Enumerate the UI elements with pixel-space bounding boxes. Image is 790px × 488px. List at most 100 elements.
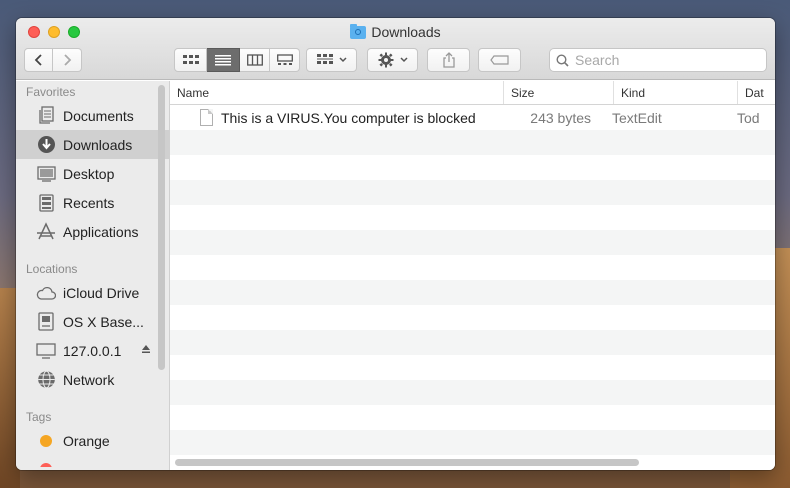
titlebar: Downloads [16, 18, 775, 80]
empty-row [170, 230, 775, 255]
network-icon [36, 370, 56, 390]
empty-row [170, 155, 775, 180]
empty-row [170, 330, 775, 355]
action-menu-button[interactable] [367, 48, 418, 72]
eject-icon[interactable] [141, 344, 151, 357]
column-view-icon [246, 54, 263, 66]
sidebar-item-network[interactable]: Network [16, 365, 169, 394]
disk-icon [36, 312, 56, 332]
toolbar [16, 48, 775, 74]
horizontal-scrollbar[interactable] [175, 459, 639, 466]
folder-icon [350, 23, 367, 39]
empty-row [170, 255, 775, 280]
sidebar-item-downloads[interactable]: Downloads [16, 130, 169, 159]
sidebar-section-favorites: Favorites [26, 85, 76, 99]
empty-row [170, 355, 775, 380]
window-content: Favorites Documents Downloads Desktop Re… [16, 81, 775, 470]
group-icon [316, 54, 333, 64]
chevron-down-icon [338, 57, 347, 63]
sidebar-item-label: Recents [63, 194, 115, 211]
tags-button[interactable] [478, 48, 521, 72]
text-document-icon [200, 109, 213, 126]
tag-icon [489, 55, 509, 65]
group-by-button[interactable] [306, 48, 357, 72]
empty-row [170, 180, 775, 205]
search-field[interactable] [549, 48, 767, 72]
share-icon [442, 52, 455, 68]
downloads-icon [36, 135, 56, 155]
red-tag-dot-icon [36, 455, 56, 467]
sidebar-item-tag-partial[interactable] [16, 455, 169, 467]
file-kind: TextEdit [612, 109, 662, 126]
empty-row [170, 280, 775, 305]
gallery-view-button[interactable] [270, 48, 300, 72]
column-header-name[interactable]: Name [170, 81, 504, 104]
column-view-button[interactable] [240, 48, 270, 72]
sidebar-item-label: Documents [63, 107, 134, 124]
documents-icon [36, 106, 56, 126]
finder-window: Downloads Search Favorites Documents Dow… [16, 18, 775, 470]
back-button[interactable] [24, 48, 53, 72]
column-header-date[interactable]: Dat [738, 81, 775, 104]
sidebar-item-label: Applications [63, 223, 139, 240]
file-date: Tod [737, 109, 760, 126]
chevron-right-icon [64, 54, 72, 66]
file-list: Name Size Kind Dat This is a VIRUS.You c… [170, 81, 775, 470]
orange-tag-dot-icon [36, 431, 56, 451]
table-row[interactable]: This is a VIRUS.You computer is blocked … [170, 105, 775, 130]
empty-row [170, 305, 775, 330]
list-view-button[interactable] [207, 48, 240, 72]
sidebar: Favorites Documents Downloads Desktop Re… [16, 81, 170, 470]
cloud-icon [36, 283, 56, 303]
view-mode-buttons [174, 48, 300, 72]
sidebar-item-localhost[interactable]: 127.0.0.1 [16, 336, 169, 365]
sidebar-item-label: Desktop [63, 165, 115, 182]
forward-button[interactable] [53, 48, 82, 72]
share-button[interactable] [427, 48, 470, 72]
sidebar-item-label: Downloads [63, 136, 133, 153]
chevron-left-icon [34, 54, 42, 66]
file-size: 243 bytes [530, 109, 591, 126]
window-title: Downloads [16, 23, 775, 40]
empty-row [170, 205, 775, 230]
sidebar-item-label: Network [63, 371, 115, 388]
list-view-icon [215, 55, 231, 66]
sidebar-item-label: 127.0.0.1 [63, 342, 122, 359]
column-header-size[interactable]: Size [504, 81, 614, 104]
sidebar-item-documents[interactable]: Documents [16, 101, 169, 130]
gallery-view-icon [276, 54, 293, 65]
navigation-buttons [24, 48, 82, 72]
sidebar-item-os-x-base[interactable]: OS X Base... [16, 307, 169, 336]
sidebar-item-applications[interactable]: Applications [16, 217, 169, 246]
sidebar-item-desktop[interactable]: Desktop [16, 159, 169, 188]
desktop-icon [36, 164, 56, 184]
sidebar-item-label: iCloud Drive [63, 284, 140, 301]
empty-row [170, 405, 775, 430]
sidebar-section-tags: Tags [26, 410, 52, 424]
column-header-kind[interactable]: Kind [614, 81, 738, 104]
file-rows: This is a VIRUS.You computer is blocked … [170, 105, 775, 470]
sidebar-item-tag-orange[interactable]: Orange [16, 426, 169, 455]
sidebar-scrollbar[interactable] [158, 85, 165, 370]
empty-row [170, 380, 775, 405]
column-headers: Name Size Kind Dat [170, 81, 775, 105]
gear-icon [378, 52, 393, 68]
search-icon [556, 53, 569, 67]
applications-icon [36, 222, 56, 242]
sidebar-item-icloud-drive[interactable]: iCloud Drive [16, 278, 169, 307]
icon-view-icon [182, 55, 199, 64]
recents-icon [36, 193, 56, 213]
file-name-cell: This is a VIRUS.You computer is blocked [170, 109, 504, 126]
chevron-down-icon [399, 57, 408, 63]
sidebar-section-locations: Locations [26, 262, 78, 276]
sidebar-item-label: OS X Base... [63, 313, 144, 330]
file-name: This is a VIRUS.You computer is blocked [221, 109, 476, 126]
search-input[interactable] [575, 52, 755, 68]
sidebar-item-label: Orange [63, 432, 110, 449]
empty-row [170, 430, 775, 455]
empty-row [170, 130, 775, 155]
sidebar-item-recents[interactable]: Recents [16, 188, 169, 217]
icon-view-button[interactable] [174, 48, 207, 72]
display-icon [36, 341, 56, 361]
window-title-text: Downloads [371, 24, 441, 40]
